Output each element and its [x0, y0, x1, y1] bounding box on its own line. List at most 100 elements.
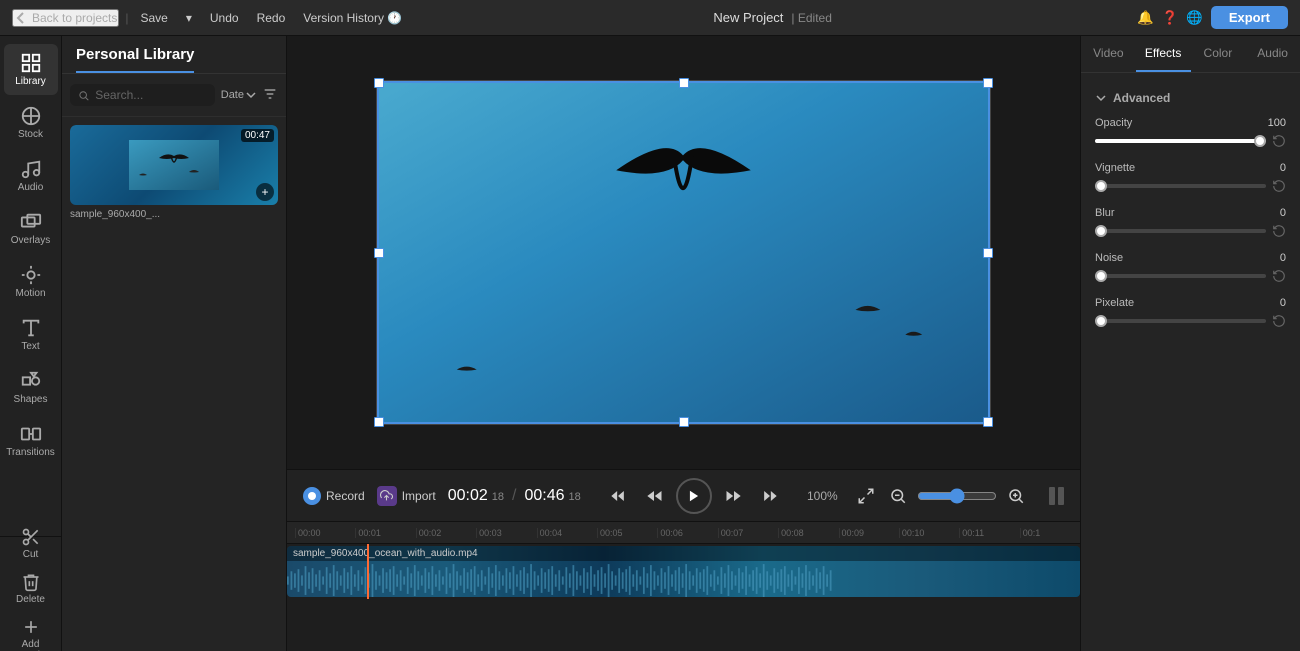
save-button[interactable]: Save: [135, 9, 174, 27]
media-filename: sample_960x400_...: [70, 209, 278, 220]
undo-button[interactable]: Undo: [204, 9, 245, 27]
add-track-icon: [21, 617, 41, 637]
ruler-mark: 00:06: [657, 528, 717, 538]
pixelate-value: 0: [1280, 297, 1286, 309]
sidebar-label-shapes: Shapes: [14, 394, 48, 405]
fast-forward-button[interactable]: [720, 482, 748, 510]
sidebar-item-audio[interactable]: Audio: [4, 150, 58, 201]
advanced-label: Advanced: [1113, 91, 1170, 105]
cut-label: Cut: [23, 549, 39, 560]
noise-label-row: Noise 0: [1095, 252, 1286, 264]
fullscreen-button[interactable]: [853, 483, 879, 509]
zoom-slider[interactable]: [917, 488, 997, 504]
media-thumbnail[interactable]: 00:47 + sample_960x400_...: [70, 125, 278, 220]
noise-reset-button[interactable]: [1272, 269, 1286, 283]
center-area: Record Import 00:02 18 / 00:46 18: [287, 36, 1080, 651]
tab-color[interactable]: Color: [1191, 36, 1246, 72]
video-frame[interactable]: [376, 80, 991, 425]
export-button[interactable]: Export: [1211, 6, 1288, 29]
opacity-label: Opacity: [1095, 117, 1132, 129]
bottom-action-bar: Cut Delete Add Track: [0, 536, 62, 651]
skip-to-start-button[interactable]: [604, 482, 632, 510]
total-time-sub: 18: [569, 491, 581, 503]
filter-icon: [262, 86, 278, 102]
pixelate-slider[interactable]: [1095, 319, 1266, 323]
sort-button[interactable]: Date: [221, 89, 256, 101]
tab-audio[interactable]: Audio: [1245, 36, 1300, 72]
right-panel: Video Effects Color Audio Advanced: [1080, 36, 1300, 651]
version-history-button[interactable]: Version History 🕐: [297, 9, 408, 27]
delete-button[interactable]: Delete: [8, 568, 53, 609]
blur-label-row: Blur 0: [1095, 207, 1286, 219]
tab-effects[interactable]: Effects: [1136, 36, 1191, 72]
sidebar-item-overlays[interactable]: Overlays: [4, 203, 58, 254]
blur-slider[interactable]: [1095, 229, 1266, 233]
zoom-out-icon: [889, 487, 907, 505]
sidebar-item-transitions[interactable]: Transitions: [4, 415, 58, 466]
sidebar-item-stock[interactable]: Stock: [4, 97, 58, 148]
import-button[interactable]: Import: [377, 486, 436, 506]
current-time: 00:02: [448, 487, 488, 505]
help-button[interactable]: ❓: [1162, 10, 1179, 26]
opacity-label-row: Opacity 100: [1095, 117, 1286, 129]
playback-bar: Record Import 00:02 18 / 00:46 18: [287, 469, 1080, 521]
sidebar-item-shapes[interactable]: Shapes: [4, 362, 58, 413]
video-clip[interactable]: sample_960x400_ocean_with_audio.mp4: [287, 546, 1080, 597]
opacity-slider-wrap: [1095, 134, 1286, 148]
pixelate-slider-wrap: [1095, 314, 1286, 328]
back-button[interactable]: Back to projects: [12, 9, 119, 27]
import-label: Import: [402, 489, 436, 503]
tab-video[interactable]: Video: [1081, 36, 1136, 72]
record-button[interactable]: Record: [303, 487, 365, 505]
noise-slider-wrap: [1095, 269, 1286, 283]
library-panel: Personal Library Date: [62, 36, 287, 651]
record-label: Record: [326, 489, 365, 503]
ruler-mark: 00:05: [597, 528, 657, 538]
ruler-mark: 00:08: [778, 528, 838, 538]
video-track-row: sample_960x400_ocean_with_audio.mp4: [287, 544, 1080, 599]
thumbnail-add-button[interactable]: +: [256, 183, 274, 201]
vignette-slider[interactable]: [1095, 184, 1266, 188]
add-track-label: Add Track: [8, 639, 53, 651]
add-track-button[interactable]: Add Track: [0, 613, 61, 651]
rewind-icon: [644, 486, 664, 506]
filter-button[interactable]: [262, 86, 278, 105]
skip-to-end-button[interactable]: [756, 482, 784, 510]
search-input-wrap[interactable]: [70, 84, 215, 106]
rewind-button[interactable]: [640, 482, 668, 510]
search-input[interactable]: [95, 88, 207, 102]
cut-button[interactable]: Cut: [13, 523, 49, 564]
zoom-in-button[interactable]: [1003, 483, 1029, 509]
blur-label: Blur: [1095, 207, 1115, 219]
playhead[interactable]: [367, 544, 369, 599]
noise-slider[interactable]: [1095, 274, 1266, 278]
advanced-section-header[interactable]: Advanced: [1095, 91, 1286, 105]
sidebar-item-motion[interactable]: Motion: [4, 256, 58, 307]
opacity-slider[interactable]: [1095, 139, 1266, 143]
vignette-reset-button[interactable]: [1272, 179, 1286, 193]
cloud-upload-icon: [380, 489, 393, 502]
blur-reset-button[interactable]: [1272, 224, 1286, 238]
noise-label: Noise: [1095, 252, 1123, 264]
clip-label: sample_960x400_ocean_with_audio.mp4: [287, 546, 1080, 561]
play-button[interactable]: [676, 478, 712, 514]
chevron-down-icon: [246, 90, 256, 100]
ruler-mark: 00:04: [537, 528, 597, 538]
right-panel-tabs: Video Effects Color Audio: [1081, 36, 1300, 73]
save-dropdown-button[interactable]: ▾: [180, 9, 198, 27]
project-title: New Project: [713, 10, 783, 25]
ruler-mark: 00:10: [899, 528, 959, 538]
language-button[interactable]: 🌐: [1186, 10, 1203, 26]
pixelate-reset-button[interactable]: [1272, 314, 1286, 328]
opacity-reset-button[interactable]: [1272, 134, 1286, 148]
sidebar-item-text[interactable]: Text: [4, 309, 58, 360]
zoom-out-button[interactable]: [885, 483, 911, 509]
thumbnail-duration: 00:47: [241, 129, 274, 142]
zoom-level: 100%: [807, 489, 847, 503]
notifications-button[interactable]: 🔔: [1137, 10, 1154, 26]
video-preview: [287, 36, 1080, 469]
sidebar-label-text: Text: [21, 341, 39, 352]
sidebar-item-library[interactable]: Library: [4, 44, 58, 95]
redo-button[interactable]: Redo: [251, 9, 292, 27]
pixelate-label-row: Pixelate 0: [1095, 297, 1286, 309]
